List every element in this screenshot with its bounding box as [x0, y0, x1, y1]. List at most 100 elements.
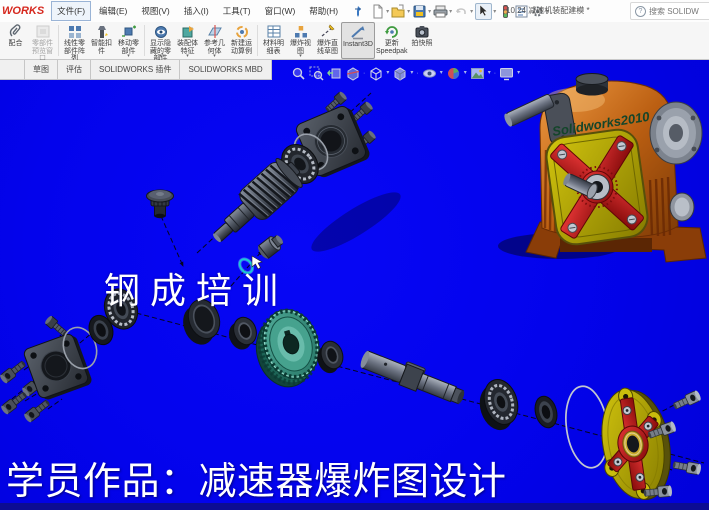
- linear-pattern-button[interactable]: 线性零 部件阵 列 ▾: [61, 22, 88, 59]
- save-icon[interactable]: [412, 4, 427, 19]
- update-speedpak-icon: [384, 24, 400, 39]
- headsup-view-toolbar: · ▾ ▾ · ▾ ▾ ▾ · ▾: [291, 66, 520, 81]
- socket-screw: [0, 359, 28, 385]
- socket-screw: [23, 398, 52, 424]
- smart-fasteners-button[interactable]: 智能扣 件: [88, 22, 115, 59]
- undo-icon[interactable]: [454, 4, 469, 19]
- new-motion-study-button[interactable]: 新建运 动算例: [228, 22, 255, 59]
- tab-evaluate[interactable]: 评估: [58, 60, 91, 80]
- exploded-view-icon: [293, 24, 309, 39]
- take-snapshot-button[interactable]: 拍快照: [409, 22, 436, 59]
- seal-ring[interactable]: [532, 394, 561, 430]
- exploded-view-button[interactable]: 爆炸视 图 ▾: [287, 22, 314, 59]
- menu-bar: WORKS 文件(F) 编辑(E) 视图(V) 插入(I) 工具(T) 窗口(W…: [0, 0, 709, 23]
- select-arrow-icon[interactable]: [475, 3, 492, 20]
- mate-button[interactable]: 配合: [2, 22, 29, 59]
- bottom-strip: [0, 503, 709, 510]
- zoom-to-area-icon[interactable]: [309, 66, 324, 81]
- new-motion-study-icon: [234, 24, 250, 39]
- vent-plug[interactable]: [147, 190, 174, 218]
- mate-paperclip-icon: [8, 24, 24, 39]
- menu-edit[interactable]: 编辑(E): [93, 1, 133, 21]
- menu-window[interactable]: 窗口(W): [259, 1, 302, 21]
- commandmanager-tabs: 草图 评估 SOLIDWORKS 插件 SOLIDWORKS MBD: [0, 60, 272, 79]
- tab-solidworks-mbd[interactable]: SOLIDWORKS MBD: [180, 60, 271, 80]
- new-dropdown-arrow[interactable]: ▾: [386, 8, 389, 15]
- move-component-button[interactable]: 移动零 部件 ▾: [115, 22, 142, 59]
- previous-view-icon[interactable]: [327, 66, 342, 81]
- explode-line-sketch-icon: [320, 24, 336, 39]
- tab-sketch[interactable]: 草图: [25, 60, 58, 80]
- search-box[interactable]: ? 搜索 SOLIDW: [630, 2, 709, 20]
- socket-screw: [0, 390, 29, 416]
- graphics-area[interactable]: Solidworks2010 草图 评估 SOLIDWORKS 插件 SOLID…: [0, 60, 709, 510]
- menu-file[interactable]: 文件(F): [51, 1, 91, 21]
- socket-screw: [672, 390, 702, 412]
- output-bearing-boss: [650, 102, 702, 164]
- worm-gear[interactable]: [246, 302, 329, 394]
- caption-text: 学员作品：减速器爆炸图设计: [6, 450, 507, 505]
- search-input[interactable]: 搜索 SOLIDW: [649, 6, 699, 17]
- component-preview-icon: [35, 24, 51, 39]
- show-hidden-components-icon: [153, 24, 169, 39]
- instant3d-button[interactable]: Instant3D: [341, 22, 375, 59]
- command-manager: 配合 零部件 预览窗 口 线性零 部件阵 列 ▾ 智能扣 件 移动零 部件 ▾ …: [0, 22, 709, 60]
- side-plug: [670, 193, 694, 221]
- edit-appearance-icon[interactable]: [446, 66, 461, 81]
- new-document-icon[interactable]: [370, 4, 385, 19]
- display-style-icon[interactable]: [392, 66, 407, 81]
- bill-of-materials-icon: [266, 24, 282, 39]
- solidworks-window: WORKS 文件(F) 编辑(E) 视图(V) 插入(I) 工具(T) 窗口(W…: [0, 0, 709, 510]
- view-orientation-icon[interactable]: [368, 66, 383, 81]
- assembled-reducer[interactable]: Solidworks2010: [503, 74, 706, 263]
- spacer-bushing[interactable]: [224, 314, 261, 353]
- menu-insert[interactable]: 插入(I): [178, 1, 215, 21]
- flyout-arrow[interactable]: ▾: [73, 54, 76, 59]
- hide-show-items-icon[interactable]: [422, 66, 437, 81]
- bill-of-materials-button[interactable]: 材料明 细表: [260, 22, 287, 59]
- save-dropdown-arrow[interactable]: ▾: [428, 8, 431, 15]
- output-shaft[interactable]: [358, 346, 468, 409]
- assembly-features-button[interactable]: 装配体 特征 ▾: [174, 22, 201, 59]
- print-icon[interactable]: [433, 4, 448, 19]
- instant3d-icon: [350, 25, 366, 40]
- flyout-arrow[interactable]: ▾: [213, 54, 216, 59]
- assembly-features-icon: [180, 24, 196, 39]
- show-hidden-components-button[interactable]: 显示隐 藏的零 部件 ▾: [147, 22, 174, 59]
- solidworks-logo: WORKS: [2, 5, 44, 17]
- update-speedpak-button[interactable]: 更新 Speedpak: [375, 22, 409, 59]
- reference-geometry-icon: [207, 24, 223, 39]
- open-dropdown-arrow[interactable]: ▾: [407, 8, 410, 15]
- document-title: 10.24 减速机装配建模 *: [506, 5, 590, 16]
- view-settings-icon[interactable]: [499, 66, 514, 81]
- menu-help[interactable]: 帮助(H): [303, 1, 344, 21]
- worm-shaft[interactable]: [203, 153, 309, 254]
- zoom-to-fit-icon[interactable]: [291, 66, 306, 81]
- open-document-icon[interactable]: [391, 4, 406, 19]
- flyout-arrow[interactable]: ▾: [127, 54, 130, 59]
- tab-solidworks-addins[interactable]: SOLIDWORKS 插件: [91, 60, 180, 80]
- oil-cap: [576, 74, 608, 96]
- watermark-text: 钢成培训: [104, 262, 288, 314]
- tapered-bearing[interactable]: [473, 375, 525, 434]
- linear-pattern-icon: [67, 24, 83, 39]
- tab-assembly-partial[interactable]: [0, 60, 25, 80]
- flyout-arrow[interactable]: ▾: [159, 54, 162, 59]
- select-dropdown-arrow[interactable]: ▾: [493, 8, 496, 15]
- flyout-arrow[interactable]: ▾: [186, 54, 189, 59]
- worm-shaft-group[interactable]: [147, 91, 377, 276]
- pin-icon[interactable]: [351, 4, 366, 19]
- flyout-arrow[interactable]: ▾: [299, 54, 302, 59]
- explode-line-sketch-button[interactable]: 爆炸直 线草图: [314, 22, 341, 59]
- menu-tools[interactable]: 工具(T): [217, 1, 257, 21]
- menu-view[interactable]: 视图(V): [135, 1, 175, 21]
- section-view-icon[interactable]: [345, 66, 360, 81]
- print-dropdown-arrow[interactable]: ▾: [449, 8, 452, 15]
- move-component-icon: [121, 24, 137, 39]
- take-snapshot-icon: [414, 24, 430, 39]
- component-preview-button: 零部件 预览窗 口: [29, 22, 56, 59]
- undo-dropdown-arrow[interactable]: ▾: [470, 8, 473, 15]
- apply-scene-icon[interactable]: [470, 66, 485, 81]
- shaft-bushing[interactable]: [256, 232, 286, 260]
- reference-geometry-button[interactable]: 参考几 何体 ▾: [201, 22, 228, 59]
